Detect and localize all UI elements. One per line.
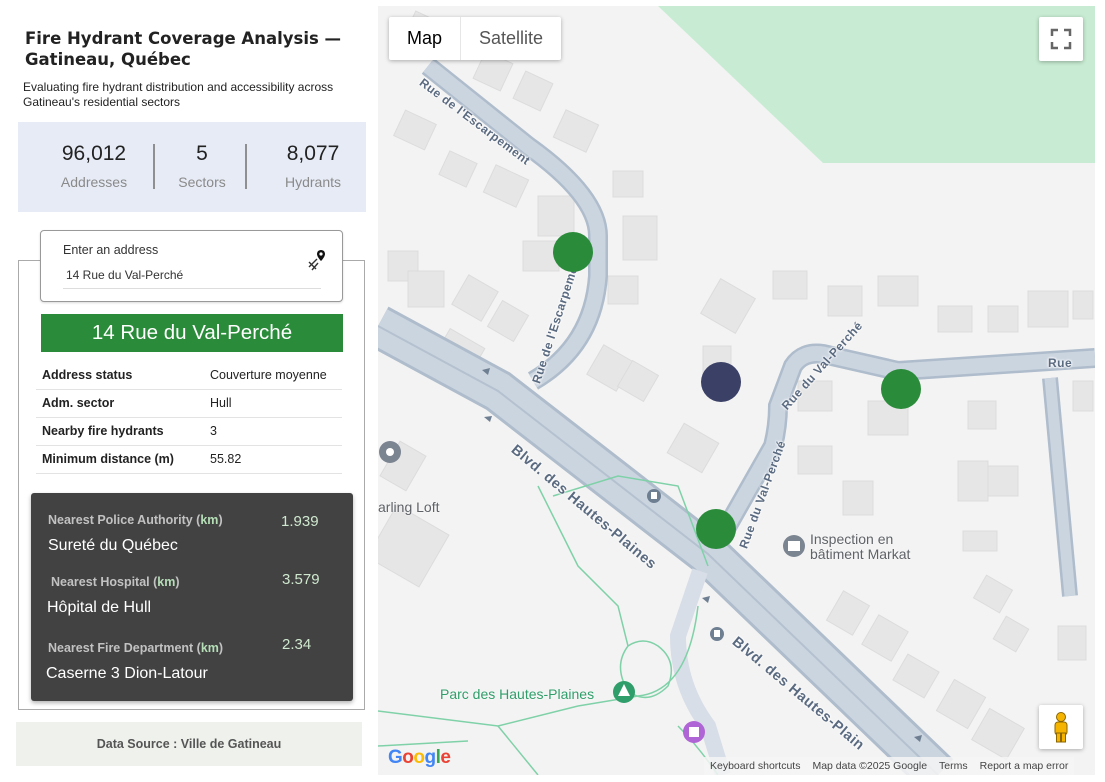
nearest-distance: 2.34 xyxy=(282,636,312,653)
stat-sectors: 5 Sectors xyxy=(166,142,238,190)
stat-label: Hydrants xyxy=(284,174,342,190)
street-label: Rue xyxy=(1048,356,1073,370)
nearest-hospital: Nearest Hospital (km) Hôpital de Hull xyxy=(47,575,180,617)
table-row: Adm. sector Hull xyxy=(36,389,342,418)
sidebar: Fire Hydrant Coverage Analysis — Gatinea… xyxy=(0,0,378,782)
google-logo: Google xyxy=(388,747,451,768)
map[interactable]: Rue de l'Escarpement Rue de l'Escarpemen… xyxy=(378,6,1095,775)
address-input-label: Enter an address xyxy=(63,243,159,257)
stat-value: 96,012 xyxy=(61,142,127,165)
row-value: 55.82 xyxy=(204,445,342,474)
table-row: Minimum distance (m) 55.82 xyxy=(36,445,342,474)
nearest-label: Nearest Hospital (km) xyxy=(51,575,180,589)
street-view-pegman-button[interactable] xyxy=(1039,705,1083,749)
stat-addresses: 96,012 Addresses xyxy=(45,142,143,190)
map-type-map-button[interactable]: Map xyxy=(389,17,460,60)
hydrant-marker[interactable] xyxy=(553,232,593,272)
row-key: Minimum distance (m) xyxy=(36,445,204,474)
row-key: Adm. sector xyxy=(36,389,204,418)
selected-address-title: 14 Rue du Val-Perché xyxy=(41,314,343,352)
fullscreen-button[interactable] xyxy=(1039,17,1083,61)
row-key: Address status xyxy=(36,361,204,390)
nearest-name: Hôpital de Hull xyxy=(47,599,152,616)
page-subtitle: Evaluating fire hydrant distribution and… xyxy=(23,80,334,109)
poi-label: Inspection en bâtiment Markat xyxy=(810,531,911,562)
report-map-error-link[interactable]: Report a map error xyxy=(974,760,1075,772)
nearest-fire-department: Nearest Fire Department (km) Caserne 3 D… xyxy=(46,641,224,683)
keyboard-shortcuts-link[interactable]: Keyboard shortcuts xyxy=(704,760,806,772)
map-type-satellite-button[interactable]: Satellite xyxy=(460,17,561,60)
stat-value: 8,077 xyxy=(286,142,340,165)
nearest-distance: 3.579 xyxy=(282,571,320,588)
nearest-police: Nearest Police Authority (km) Sureté du … xyxy=(48,513,223,555)
nearest-name: Sureté du Québec xyxy=(48,537,178,554)
nearest-services-card: Nearest Police Authority (km) Sureté du … xyxy=(31,493,353,701)
nearest-label: Nearest Fire Department (km) xyxy=(48,641,224,655)
park-label: Parc des Hautes-Plaines xyxy=(440,686,595,702)
address-input[interactable]: 14 Rue du Val-Perché xyxy=(63,265,321,289)
stat-value: 5 xyxy=(196,142,208,165)
page-title: Fire Hydrant Coverage Analysis — Gatinea… xyxy=(25,29,342,69)
data-source: Data Source : Ville de Gatineau xyxy=(16,722,362,766)
address-marker[interactable] xyxy=(701,362,741,402)
fullscreen-icon xyxy=(1050,28,1072,50)
stat-label: Addresses xyxy=(60,174,128,190)
address-info-table: Address status Couverture moyenne Adm. s… xyxy=(36,361,342,474)
nearest-name: Caserne 3 Dion-Latour xyxy=(46,665,208,682)
hydrant-marker[interactable] xyxy=(881,369,921,409)
row-key: Nearby fire hydrants xyxy=(36,417,204,446)
divider xyxy=(153,144,155,189)
poi-label: arling Loft xyxy=(378,499,440,515)
row-value: 3 xyxy=(204,417,342,446)
map-data-attribution: Map data ©2025 Google xyxy=(812,760,928,772)
address-search-box[interactable]: Enter an address 14 Rue du Val-Perché xyxy=(40,230,343,302)
pegman-icon xyxy=(1054,712,1068,743)
row-value: Couverture moyenne xyxy=(204,361,342,390)
map-pin-icon[interactable] xyxy=(306,248,330,272)
map-type-control[interactable]: Map Satellite xyxy=(389,17,562,60)
nearest-label: Nearest Police Authority (km) xyxy=(48,513,223,527)
hydrant-marker[interactable] xyxy=(696,509,736,549)
stat-label: Sectors xyxy=(178,174,226,190)
table-row: Address status Couverture moyenne xyxy=(36,361,342,390)
terms-link[interactable]: Terms xyxy=(933,760,974,772)
map-footer: Keyboard shortcuts Map data ©2025 Google… xyxy=(704,757,1075,775)
stat-hydrants: 8,077 Hydrants xyxy=(263,142,363,190)
nearest-distance: 1.939 xyxy=(281,513,319,530)
table-row: Nearby fire hydrants 3 xyxy=(36,417,342,446)
divider xyxy=(245,144,247,189)
stats-bar: 96,012 Addresses 5 Sectors 8,077 Hydrant… xyxy=(18,122,366,212)
row-value: Hull xyxy=(204,389,342,418)
